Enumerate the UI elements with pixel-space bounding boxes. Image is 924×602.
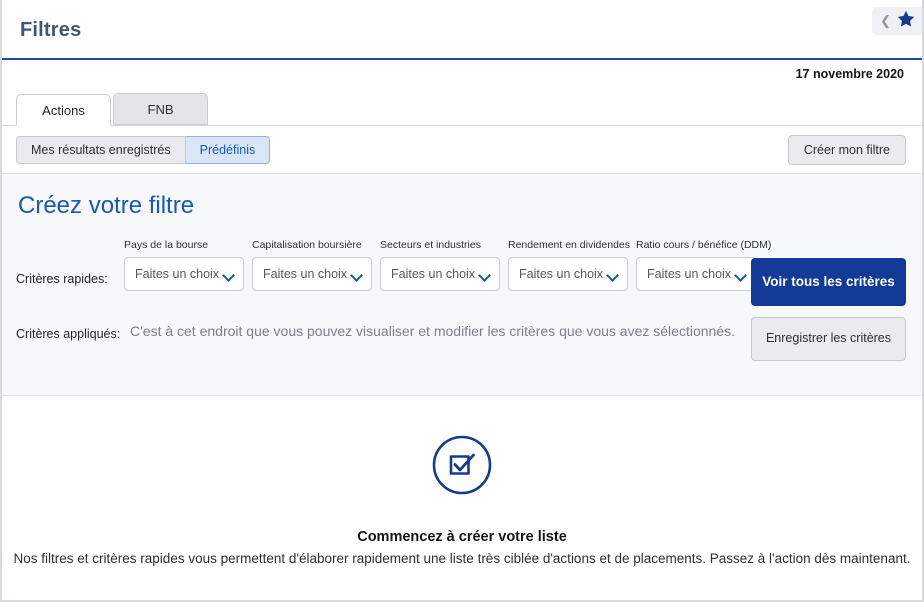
empty-state-title: Commencez à créer votre liste <box>357 529 567 545</box>
create-filter-heading: Créez votre filtre <box>18 192 195 219</box>
dropdown-label-sectors: Secteurs et industries <box>380 239 481 251</box>
dropdown-group-country: Pays de la bourse Faites un choix <box>124 238 244 291</box>
chevron-down-icon <box>224 271 234 277</box>
dropdown-country[interactable]: Faites un choix <box>124 257 244 291</box>
dropdown-value-peratio: Faites un choix <box>647 267 732 281</box>
chevron-down-icon <box>736 271 746 277</box>
filter-toolbar: Mes résultats enregistrés Prédéfinis Cré… <box>2 126 922 174</box>
header-actions: ❮ <box>872 7 922 35</box>
date-row: 17 novembre 2020 <box>2 60 922 90</box>
chevron-left-icon[interactable]: ❮ <box>880 14 891 29</box>
dropdown-label-peratio: Ratio cours / bénéfice (DDM) <box>636 239 772 251</box>
segment-saved-results[interactable]: Mes résultats enregistrés <box>16 136 186 164</box>
dropdown-label-marketcap: Capitalisation boursière <box>252 239 362 251</box>
page-header: Filtres ❮ <box>2 0 922 60</box>
applied-criteria-label: Critères appliqués: <box>16 327 121 341</box>
star-icon[interactable] <box>896 9 916 34</box>
page-title: Filtres <box>20 19 82 41</box>
filter-page: Filtres ❮ 17 novembre 2020 Actions FNB M… <box>0 0 924 602</box>
view-segmented-control: Mes résultats enregistrés Prédéfinis <box>16 136 271 164</box>
dropdown-group-marketcap: Capitalisation boursière Faites un choix <box>252 238 372 291</box>
quick-criteria-dropdowns: Pays de la bourse Faites un choix Capita… <box>124 238 772 291</box>
chevron-down-icon <box>608 271 618 277</box>
dropdown-value-marketcap: Faites un choix <box>263 267 348 281</box>
dropdown-value-sectors: Faites un choix <box>391 267 476 281</box>
quick-criteria-label: Critères rapides: <box>16 272 108 286</box>
create-filter-button[interactable]: Créer mon filtre <box>787 135 906 165</box>
tab-actions[interactable]: Actions <box>16 94 111 126</box>
checkbox-circle-icon <box>431 434 493 501</box>
dropdown-label-country: Pays de la bourse <box>124 239 209 251</box>
dropdown-sectors[interactable]: Faites un choix <box>380 257 500 291</box>
dropdown-group-peratio: Ratio cours / bénéfice (DDM) Faites un c… <box>636 238 772 291</box>
empty-state: Commencez à créer votre liste Nos filtre… <box>2 396 922 578</box>
applied-criteria-text: C'est à cet endroit que vous pouvez visu… <box>130 323 735 339</box>
dropdown-peratio[interactable]: Faites un choix <box>636 257 756 291</box>
dropdown-dividend[interactable]: Faites un choix <box>508 257 628 291</box>
current-date: 17 novembre 2020 <box>795 67 904 81</box>
segment-predefined[interactable]: Prédéfinis <box>185 136 271 164</box>
empty-state-subtitle: Nos filtres et critères rapides vous per… <box>13 551 911 566</box>
dropdown-group-dividend: Rendement en dividendes Faites un choix <box>508 238 631 291</box>
tab-fnb[interactable]: FNB <box>113 93 208 125</box>
tab-list: Actions FNB <box>16 93 208 126</box>
tab-strip: Actions FNB <box>2 90 922 126</box>
dropdown-marketcap[interactable]: Faites un choix <box>252 257 372 291</box>
chevron-down-icon <box>480 271 490 277</box>
dropdown-label-dividend: Rendement en dividendes <box>508 239 631 251</box>
chevron-down-icon <box>352 271 362 277</box>
save-criteria-button[interactable]: Enregistrer les critères <box>751 317 906 361</box>
dropdown-value-dividend: Faites un choix <box>519 267 604 281</box>
filter-panel: Critères rapides: Critères appliqués: Pa… <box>2 238 922 396</box>
dropdown-value-country: Faites un choix <box>135 267 220 281</box>
page-heading-section: Créez votre filtre <box>2 174 922 238</box>
see-all-criteria-button[interactable]: Voir tous les critères <box>751 258 906 306</box>
dropdown-group-sectors: Secteurs et industries Faites un choix <box>380 238 500 291</box>
